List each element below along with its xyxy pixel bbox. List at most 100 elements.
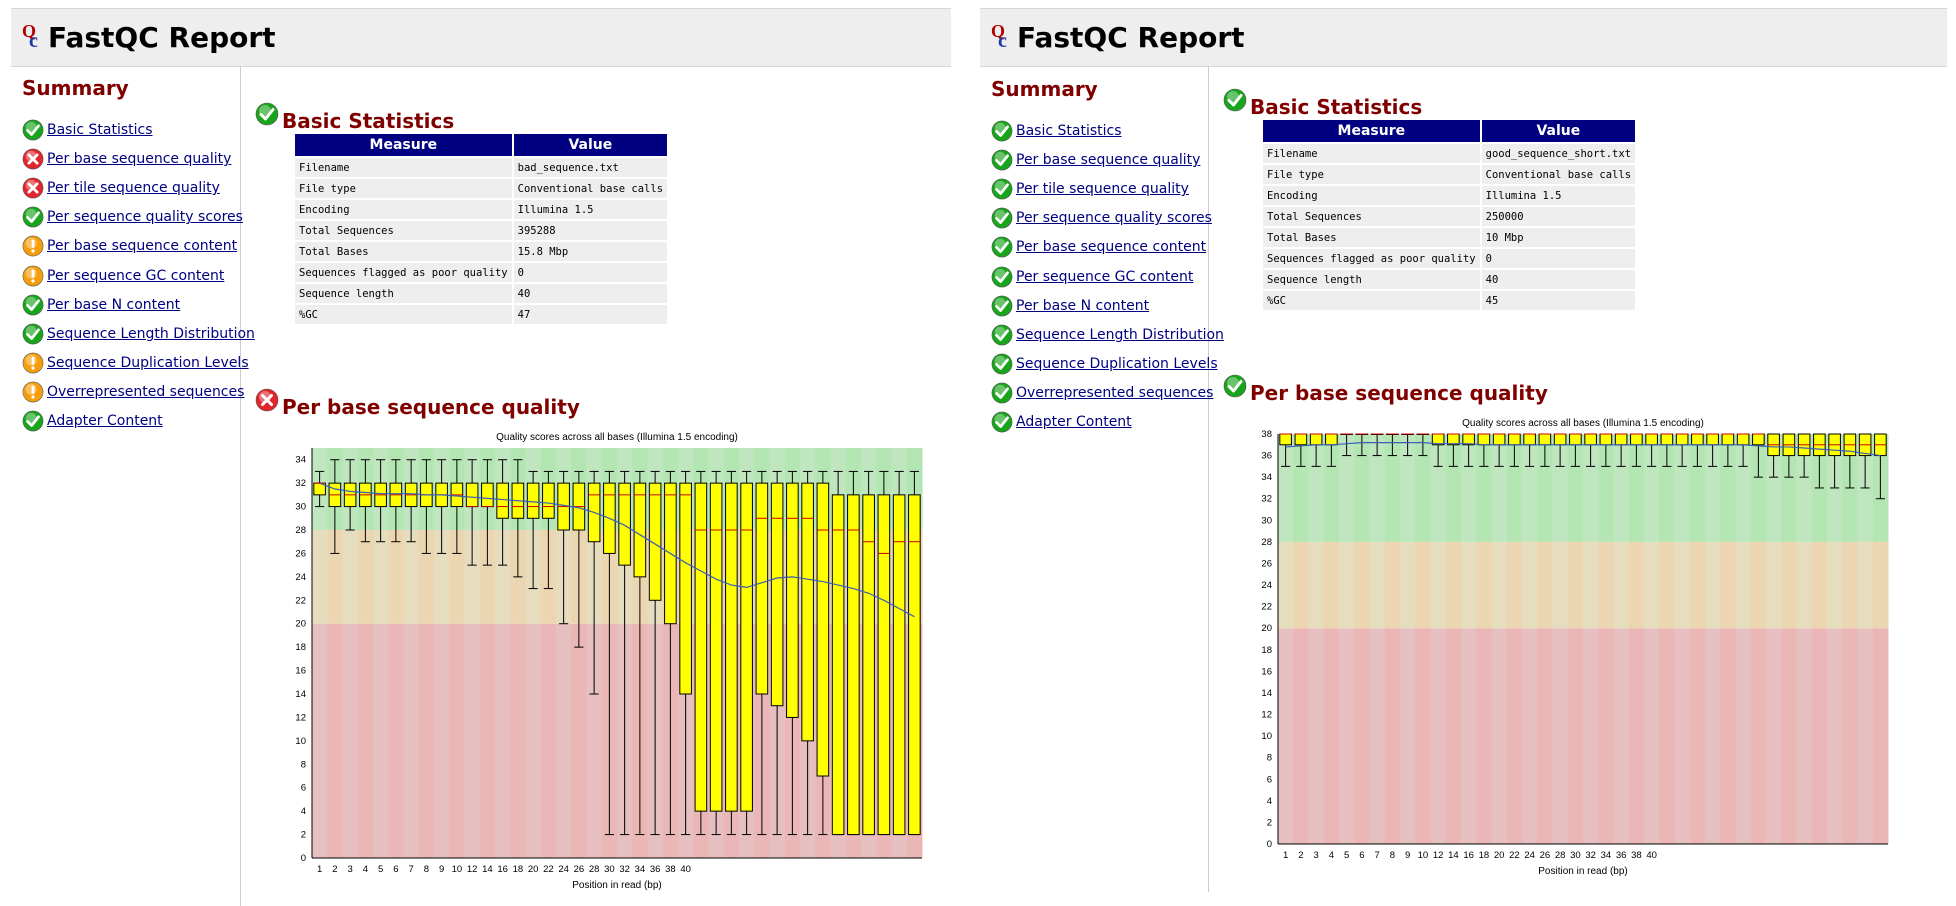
value-cell: 395288: [513, 221, 668, 240]
x-tick-label: 38: [665, 864, 676, 875]
box-mark: [862, 470, 875, 836]
summary-link[interactable]: Per base sequence quality: [47, 151, 231, 167]
summary-item[interactable]: Sequence Length Distribution: [991, 322, 1224, 348]
table-row: %GC 47: [295, 305, 668, 324]
poor-zone: [1872, 628, 1889, 844]
summary-item[interactable]: Sequence Length Distribution: [22, 321, 255, 347]
iqr-box: [1309, 433, 1323, 446]
summary-item[interactable]: Basic Statistics: [991, 118, 1122, 144]
box-mark: [892, 470, 906, 836]
iqr-box: [892, 494, 906, 836]
y-tick-label: 34: [295, 455, 306, 466]
poor-zone: [556, 623, 572, 858]
summary-divider: [240, 67, 241, 906]
summary-link[interactable]: Per base sequence quality: [1016, 152, 1200, 168]
summary-link[interactable]: Basic Statistics: [47, 122, 153, 138]
summary-link[interactable]: Per sequence quality scores: [1016, 210, 1212, 226]
x-tick-label: 18: [1479, 850, 1490, 861]
table-row: Total Sequences 395288: [295, 221, 668, 240]
summary-link[interactable]: Per base sequence content: [47, 238, 237, 254]
x-tick-label: 20: [528, 864, 539, 875]
summary-link[interactable]: Adapter Content: [1016, 414, 1132, 430]
summary-link[interactable]: Sequence Length Distribution: [1016, 327, 1224, 343]
summary-item[interactable]: Overrepresented sequences: [991, 380, 1213, 406]
table-header-row: Measure Value: [295, 134, 668, 156]
summary-link[interactable]: Overrepresented sequences: [47, 384, 244, 400]
section-title: Basic Statistics: [282, 109, 455, 133]
summary-item[interactable]: Adapter Content: [22, 408, 163, 434]
summary-item[interactable]: Basic Statistics: [22, 117, 153, 143]
summary-link[interactable]: Sequence Length Distribution: [47, 326, 255, 342]
x-tick-label: 1: [1283, 850, 1288, 861]
iqr-box: [526, 482, 540, 519]
reasonable-zone: [1369, 541, 1386, 629]
pass-icon: [991, 382, 1013, 404]
summary-link[interactable]: Sequence Duplication Levels: [1016, 356, 1218, 372]
measure-cell: Filename: [1263, 144, 1480, 163]
summary-item[interactable]: Sequence Duplication Levels: [22, 350, 249, 376]
summary-link[interactable]: Per base N content: [47, 297, 180, 313]
summary-item[interactable]: Per base N content: [991, 293, 1149, 319]
x-tick-label: 18: [513, 864, 524, 875]
poor-zone: [1689, 628, 1706, 844]
summary-link[interactable]: Per tile sequence quality: [47, 180, 220, 196]
summary-item[interactable]: Per base sequence quality: [22, 146, 231, 172]
summary-link[interactable]: Per tile sequence quality: [1016, 181, 1189, 197]
summary-link[interactable]: Per sequence GC content: [1016, 269, 1193, 285]
summary-item[interactable]: Per tile sequence quality: [22, 175, 220, 201]
summary-item[interactable]: Per base sequence content: [22, 233, 237, 259]
x-tick-label: 40: [1646, 850, 1657, 861]
y-tick-label: 8: [301, 759, 306, 770]
pass-icon: [991, 237, 1013, 258]
y-tick-label: 34: [1261, 472, 1272, 483]
per-base-quality-heading: Per base sequence quality: [255, 388, 580, 419]
poor-zone: [1735, 628, 1752, 844]
summary-item[interactable]: Overrepresented sequences: [22, 379, 244, 405]
summary-item[interactable]: Per sequence quality scores: [991, 205, 1212, 231]
poor-zone: [418, 623, 435, 858]
summary-item[interactable]: Per tile sequence quality: [991, 176, 1189, 202]
iqr-box: [618, 482, 631, 566]
summary-link[interactable]: Adapter Content: [47, 413, 163, 429]
poor-zone: [1339, 628, 1355, 844]
iqr-box: [1492, 433, 1506, 446]
summary-item[interactable]: Per base sequence content: [991, 234, 1206, 260]
poor-zone: [1522, 628, 1538, 844]
section-title: Basic Statistics: [1250, 95, 1423, 119]
x-tick-label: 4: [363, 864, 368, 875]
summary-item[interactable]: Sequence Duplication Levels: [991, 351, 1218, 377]
fail-icon: [22, 148, 44, 170]
x-tick-label: 9: [439, 864, 444, 875]
y-tick-label: 38: [1261, 429, 1272, 440]
iqr-box: [1279, 433, 1292, 446]
reasonable-zone: [1842, 541, 1858, 629]
reasonable-zone: [1339, 541, 1355, 629]
poor-zone: [1857, 628, 1874, 844]
summary-link[interactable]: Per sequence quality scores: [47, 209, 243, 225]
summary-item[interactable]: Per sequence GC content: [22, 263, 224, 289]
summary-link[interactable]: Per base N content: [1016, 298, 1149, 314]
x-tick-label: 26: [1540, 850, 1551, 861]
iqr-box: [1508, 433, 1521, 446]
summary-link[interactable]: Per base sequence content: [1016, 239, 1206, 255]
poor-zone: [1293, 628, 1309, 844]
summary-item[interactable]: Per base N content: [22, 292, 180, 318]
summary-item[interactable]: Per sequence GC content: [991, 264, 1193, 290]
summary-link[interactable]: Per sequence GC content: [47, 268, 224, 284]
page-title: FastQC Report: [48, 21, 276, 54]
summary-item[interactable]: Adapter Content: [991, 409, 1132, 435]
y-tick-label: 24: [295, 572, 306, 583]
summary-item[interactable]: Per base sequence quality: [991, 147, 1200, 173]
poor-zone: [1827, 628, 1843, 844]
summary-link[interactable]: Overrepresented sequences: [1016, 385, 1213, 401]
y-tick-label: 32: [1261, 494, 1272, 505]
iqr-box: [1721, 433, 1735, 446]
summary-link[interactable]: Sequence Duplication Levels: [47, 355, 249, 371]
page-title: FastQC Report: [1017, 21, 1245, 54]
poor-zone: [1781, 628, 1797, 844]
summary-link[interactable]: Basic Statistics: [1016, 123, 1122, 139]
summary-item[interactable]: Per sequence quality scores: [22, 204, 243, 230]
pass-icon: [991, 411, 1013, 433]
poor-zone: [1811, 628, 1828, 844]
iqr-box: [801, 482, 814, 742]
